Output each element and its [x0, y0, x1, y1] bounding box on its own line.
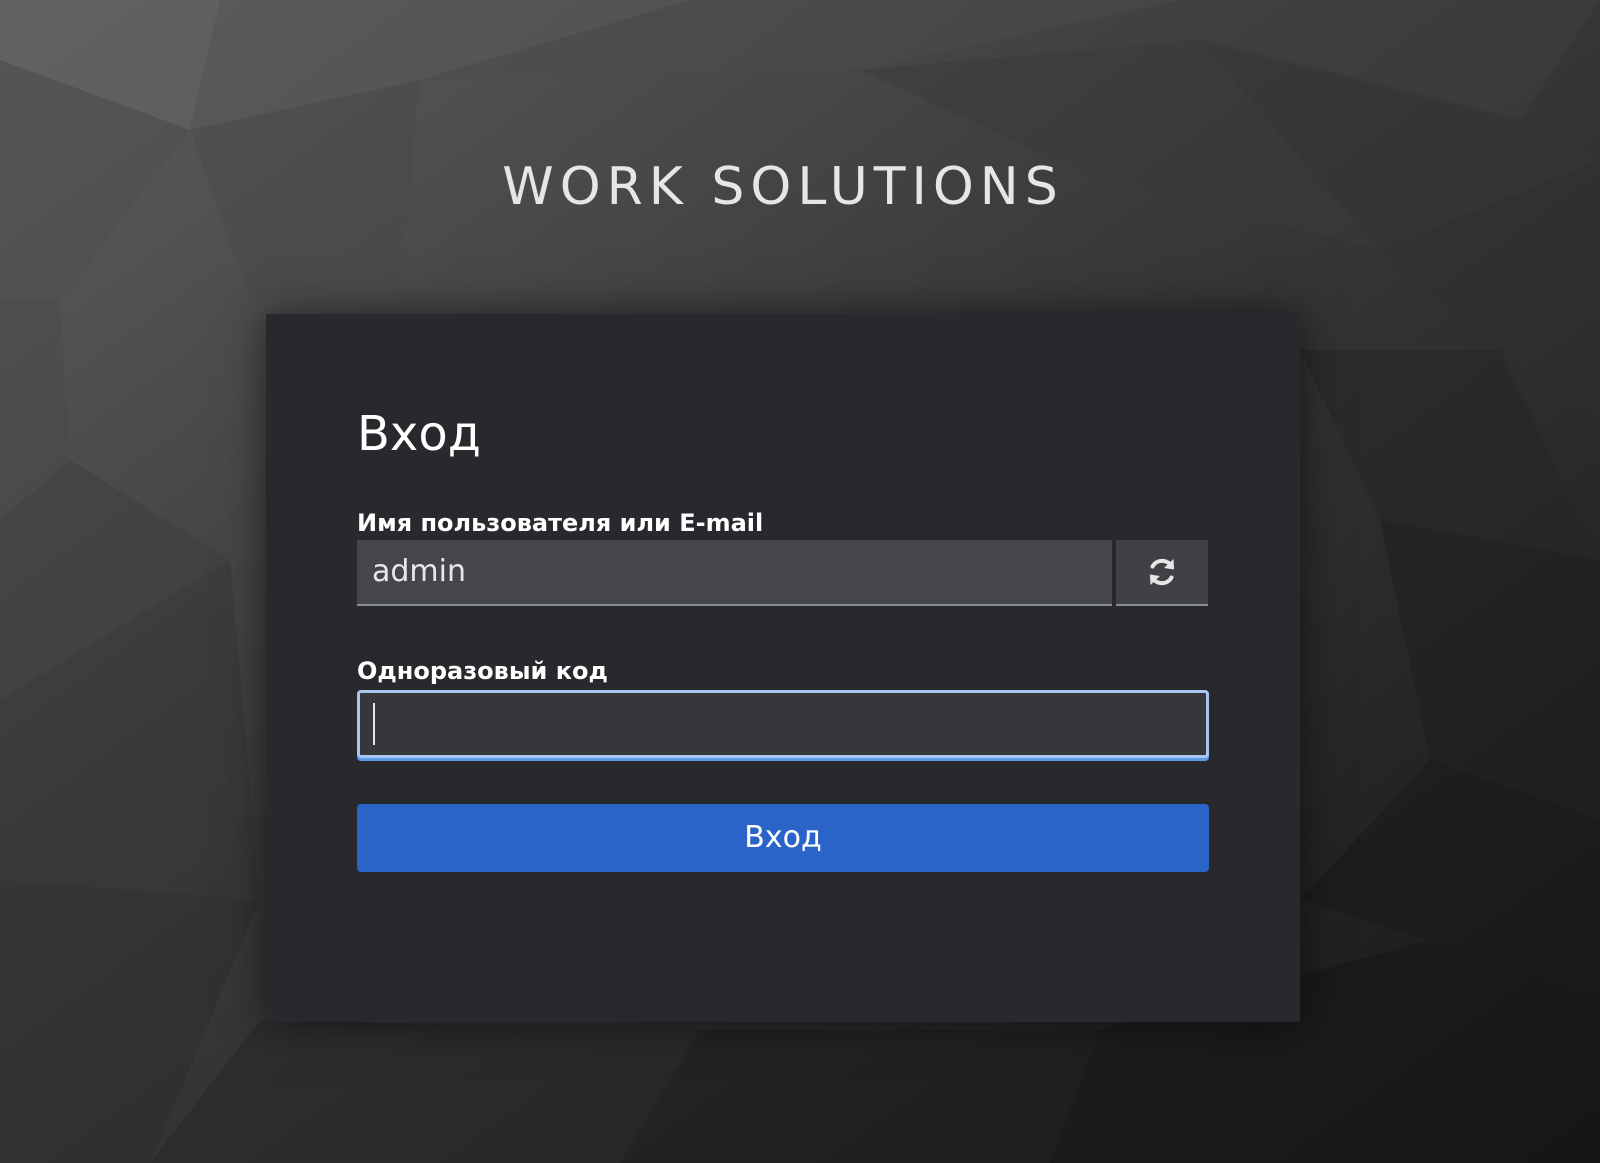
otp-field [357, 690, 1209, 758]
otp-label: Одноразовый код [357, 657, 608, 685]
login-card: Вход Имя пользователя или E-mail admin О… [266, 314, 1300, 1022]
refresh-icon [1150, 558, 1174, 586]
username-label: Имя пользователя или E-mail [357, 509, 764, 537]
otp-input[interactable] [360, 693, 1206, 755]
login-title: Вход [357, 406, 481, 462]
login-submit-button[interactable]: Вход [357, 804, 1209, 872]
username-value: admin [372, 554, 466, 589]
brand-title: WORK SOLUTIONS [502, 157, 1064, 217]
text-cursor [373, 703, 375, 745]
username-field: admin [357, 540, 1112, 606]
restart-login-button[interactable] [1116, 540, 1208, 606]
